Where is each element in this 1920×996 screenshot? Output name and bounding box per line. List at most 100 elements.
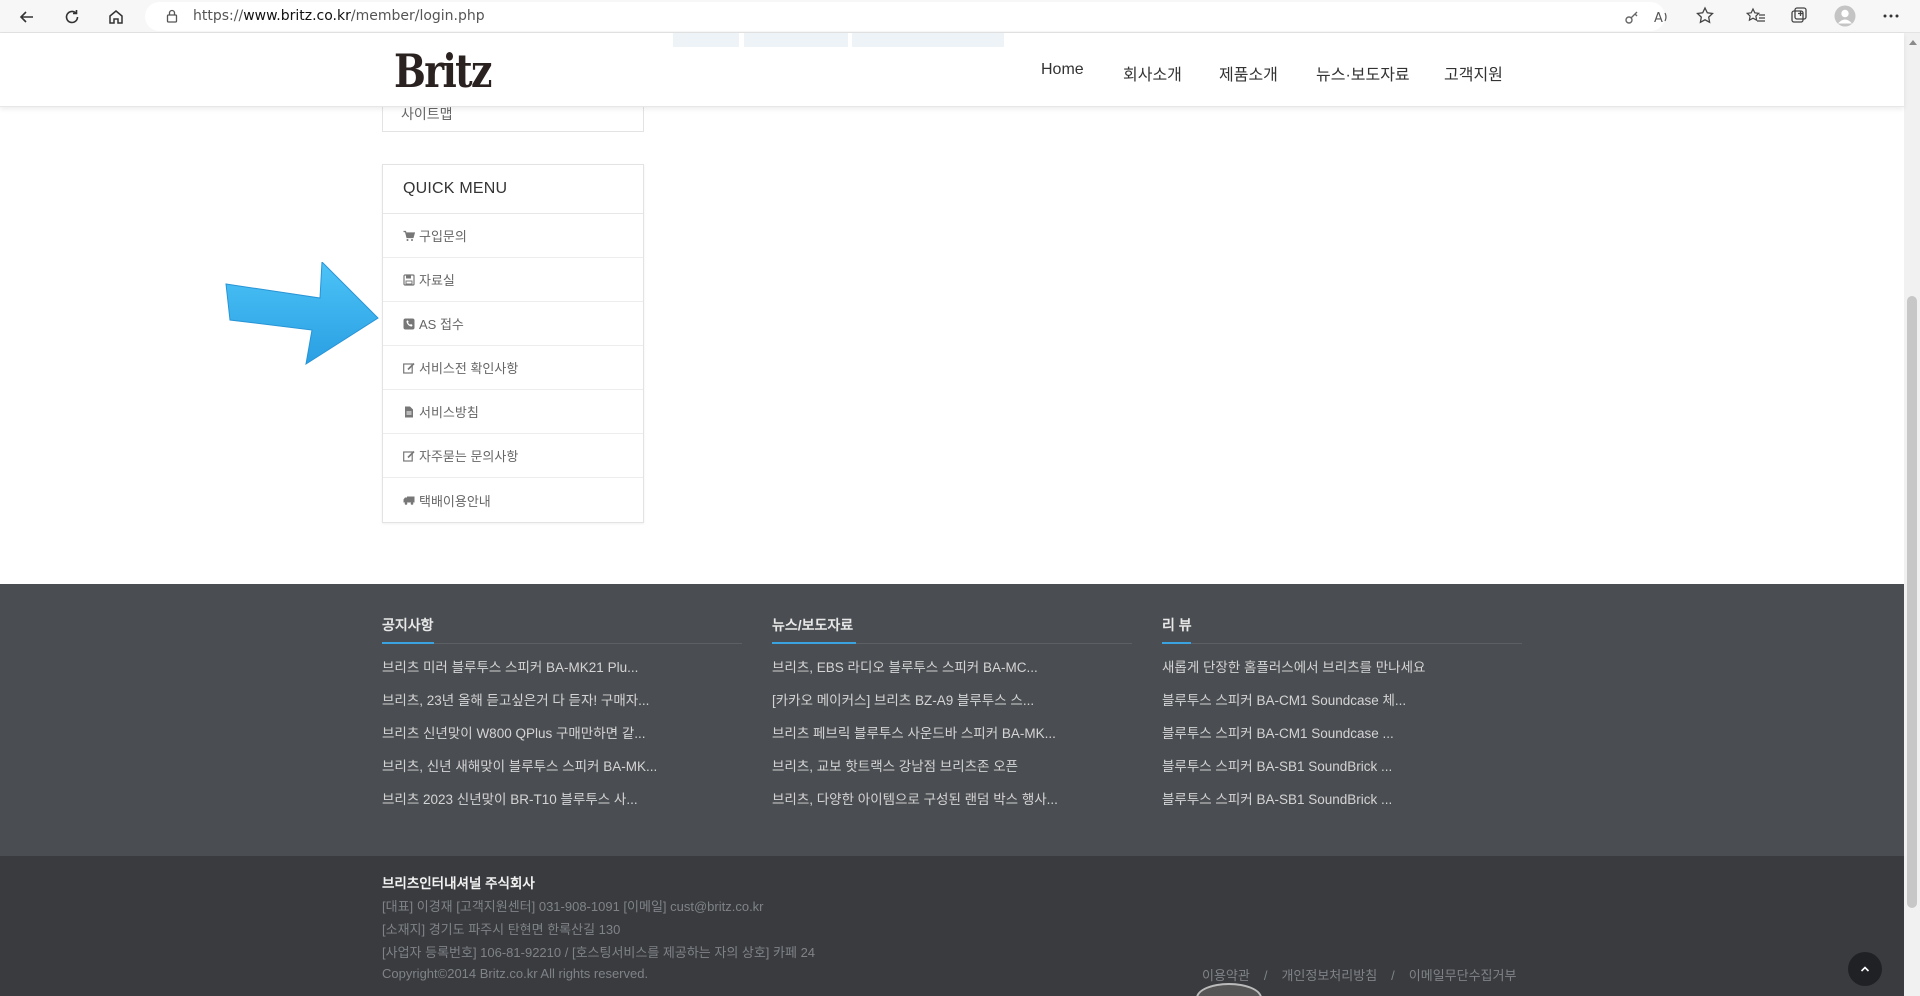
title-underline [382, 642, 434, 644]
collections-button[interactable] [1788, 5, 1810, 27]
link-separator: / [1391, 968, 1395, 983]
company-registration-line: [사업자 등록번호] 106-81-92210 / [호스팅서비스를 제공하는 … [382, 945, 816, 960]
footer-list-item[interactable]: 브리츠 미러 블루투스 스피커 BA-MK21 Plu... [382, 657, 742, 690]
url-text[interactable]: https://www.britz.co.kr/member/login.php [193, 8, 485, 24]
key-icon[interactable] [1623, 8, 1641, 26]
edit-icon [403, 362, 415, 374]
email-refusal-link[interactable]: 이메일무단수집거부 [1409, 968, 1517, 983]
footer-list-item[interactable]: 블루투스 스피커 BA-SB1 SoundBrick ... [1162, 789, 1522, 822]
footer-list-item[interactable]: 브리츠 2023 신년맞이 BR-T10 블루투스 사... [382, 789, 742, 822]
quick-menu-label: 택배이용안내 [419, 493, 491, 509]
more-horizontal-icon [1883, 14, 1899, 18]
star-plus-icon [1696, 6, 1714, 24]
footer-column-title-text: 리 뷰 [1162, 617, 1192, 633]
quick-menu-title: QUICK MENU [383, 165, 643, 214]
truck-icon [403, 496, 415, 505]
footer-list-item[interactable]: [카카오 메이커스] 브리츠 BZ-A9 블루투스 스... [772, 690, 1132, 723]
back-button[interactable] [13, 3, 41, 31]
sidebar-item-sitemap[interactable]: 사이트맵 [401, 104, 453, 124]
favorites-list-icon [1746, 7, 1765, 22]
quick-menu-label: 자주묻는 문의사항 [419, 449, 519, 464]
nav-home[interactable]: Home [1041, 61, 1084, 79]
nav-products[interactable]: 제품소개 [1219, 61, 1278, 85]
quick-menu-item-faq[interactable]: 자주묻는 문의사항 [383, 434, 643, 478]
footer-list-item[interactable]: 브리츠, EBS 라디오 블루투스 스피커 BA-MC... [772, 657, 1132, 690]
avatar-icon [1834, 5, 1856, 27]
footer-column-title-text: 뉴스/보도자료 [772, 617, 854, 633]
quick-menu-label: 서비스전 확인사항 [419, 361, 519, 376]
company-address-line: [소재지] 경기도 파주시 탄현면 한록산길 130 [382, 922, 621, 937]
header-remnant [673, 33, 739, 47]
home-icon [109, 10, 123, 24]
quick-menu-item-service-policy[interactable]: 서비스방침 [383, 390, 643, 434]
title-underline [772, 642, 856, 644]
scrollbar-thumb[interactable] [1907, 296, 1917, 908]
company-info-line: [대표] 이경재 [고객지원센터] 031-908-1091 [이메일] cus… [382, 899, 764, 914]
document-icon [405, 406, 413, 417]
chevron-up-icon [1860, 966, 1870, 972]
quick-menu-item-pre-service-check[interactable]: 서비스전 확인사항 [383, 346, 643, 390]
footer-column-title[interactable]: 뉴스/보도자료 [772, 612, 1132, 644]
footer-column-title[interactable]: 공지사항 [382, 612, 742, 644]
sidebar-menu-box: 사이트맵 [382, 104, 644, 132]
favorites-button[interactable] [1745, 5, 1767, 27]
footer-list-item[interactable]: 브리츠, 다양한 아이템으로 구성된 랜덤 박스 행사... [772, 789, 1132, 822]
quick-menu-label: 구입문의 [419, 229, 467, 244]
cart-icon [403, 230, 415, 241]
footer-list-item[interactable]: 새롭게 단장한 홈플러스에서 브리츠를 만나세요 [1162, 657, 1522, 690]
browser-toolbar: https://www.britz.co.kr/member/login.php… [0, 0, 1920, 33]
footer-list-item[interactable]: 블루투스 스피커 BA-SB1 SoundBrick ... [1162, 756, 1522, 789]
address-bar[interactable]: https://www.britz.co.kr/member/login.php… [145, 2, 1667, 31]
refresh-button[interactable] [58, 3, 86, 31]
footer-column-notices: 공지사항 브리츠 미러 블루투스 스피커 BA-MK21 Plu... 브리츠,… [382, 612, 742, 822]
footer-links: 이용약관 / 개인정보처리방침 / 이메일무단수집거부 [1202, 965, 1516, 984]
quick-menu-label: 자료실 [419, 273, 455, 288]
home-button[interactable] [102, 3, 130, 31]
nav-support[interactable]: 고객지원 [1444, 61, 1503, 85]
phone-icon [403, 318, 415, 329]
footer-column-news: 뉴스/보도자료 브리츠, EBS 라디오 블루투스 스피커 BA-MC... [… [772, 612, 1132, 822]
footer-column-reviews: 리 뷰 새롭게 단장한 홈플러스에서 브리츠를 만나세요 블루투스 스피커 BA… [1162, 612, 1522, 822]
quick-menu-item-as-request[interactable]: AS 접수 [383, 302, 643, 346]
quick-menu-panel: QUICK MENU 구입문의 자료실 AS 접수 서비스전 확인사항 서비스방… [382, 164, 644, 523]
footer-company-section [0, 856, 1904, 996]
title-underline [1162, 642, 1191, 644]
footer-list-item[interactable]: 브리츠 페브릭 블루투스 사운드바 스피커 BA-MK... [772, 723, 1132, 756]
footer-column-title[interactable]: 리 뷰 [1162, 612, 1522, 644]
footer-list-item[interactable]: 브리츠, 신년 새해맞이 블루투스 스피커 BA-MK... [382, 756, 742, 789]
refresh-icon [65, 10, 79, 24]
svg-text:A: A [1654, 11, 1663, 26]
nav-news[interactable]: 뉴스·보도자료 [1316, 61, 1410, 85]
profile-button[interactable] [1834, 5, 1856, 27]
scroll-up-arrow-icon[interactable] [1909, 40, 1917, 45]
back-arrow-icon [19, 11, 33, 23]
url-domain: www.britz.co.kr [243, 8, 351, 24]
copyright-text: Copyright©2014 Britz.co.kr All rights re… [382, 966, 649, 981]
url-path: /member/login.php [350, 8, 485, 24]
annotation-arrow-icon [225, 262, 379, 366]
url-prefix: https:// [193, 8, 244, 24]
footer-list-item[interactable]: 브리츠 신년맞이 W800 QPlus 구매만하면 같... [382, 723, 742, 756]
footer-list-item[interactable]: 블루투스 스피커 BA-CM1 Soundcase ... [1162, 723, 1522, 756]
settings-more-button[interactable] [1880, 5, 1902, 27]
nav-company[interactable]: 회사소개 [1123, 61, 1182, 85]
footer-column-title-text: 공지사항 [382, 617, 434, 633]
company-name: 브리츠인터내셔널 주식회사 [382, 876, 535, 891]
terms-link[interactable]: 이용약관 [1202, 968, 1250, 983]
footer-list-item[interactable]: 브리츠, 23년 올해 듣고싶은거 다 듣자! 구매자... [382, 690, 742, 723]
footer-list-item[interactable]: 브리츠, 교보 핫트랙스 강남점 브리츠존 오픈 [772, 756, 1132, 789]
footer-list-item[interactable]: 블루투스 스피커 BA-CM1 Soundcase 체... [1162, 690, 1522, 723]
quick-menu-label: AS 접수 [419, 317, 464, 332]
lock-icon [166, 9, 178, 23]
collections-icon [1791, 7, 1807, 23]
quick-menu-item-delivery-guide[interactable]: 택배이용안내 [383, 478, 643, 522]
quick-menu-item-purchase[interactable]: 구입문의 [383, 214, 643, 258]
quick-menu-item-downloads[interactable]: 자료실 [383, 258, 643, 302]
link-separator: / [1263, 968, 1268, 983]
privacy-policy-link[interactable]: 개인정보처리방침 [1281, 968, 1377, 983]
favorite-add-button[interactable] [1694, 5, 1716, 27]
read-aloud-icon[interactable]: A [1653, 8, 1671, 26]
britz-logo[interactable]: Britz [394, 44, 492, 98]
quick-menu-label: 서비스방침 [419, 405, 479, 420]
scroll-to-top-button[interactable] [1848, 952, 1882, 986]
